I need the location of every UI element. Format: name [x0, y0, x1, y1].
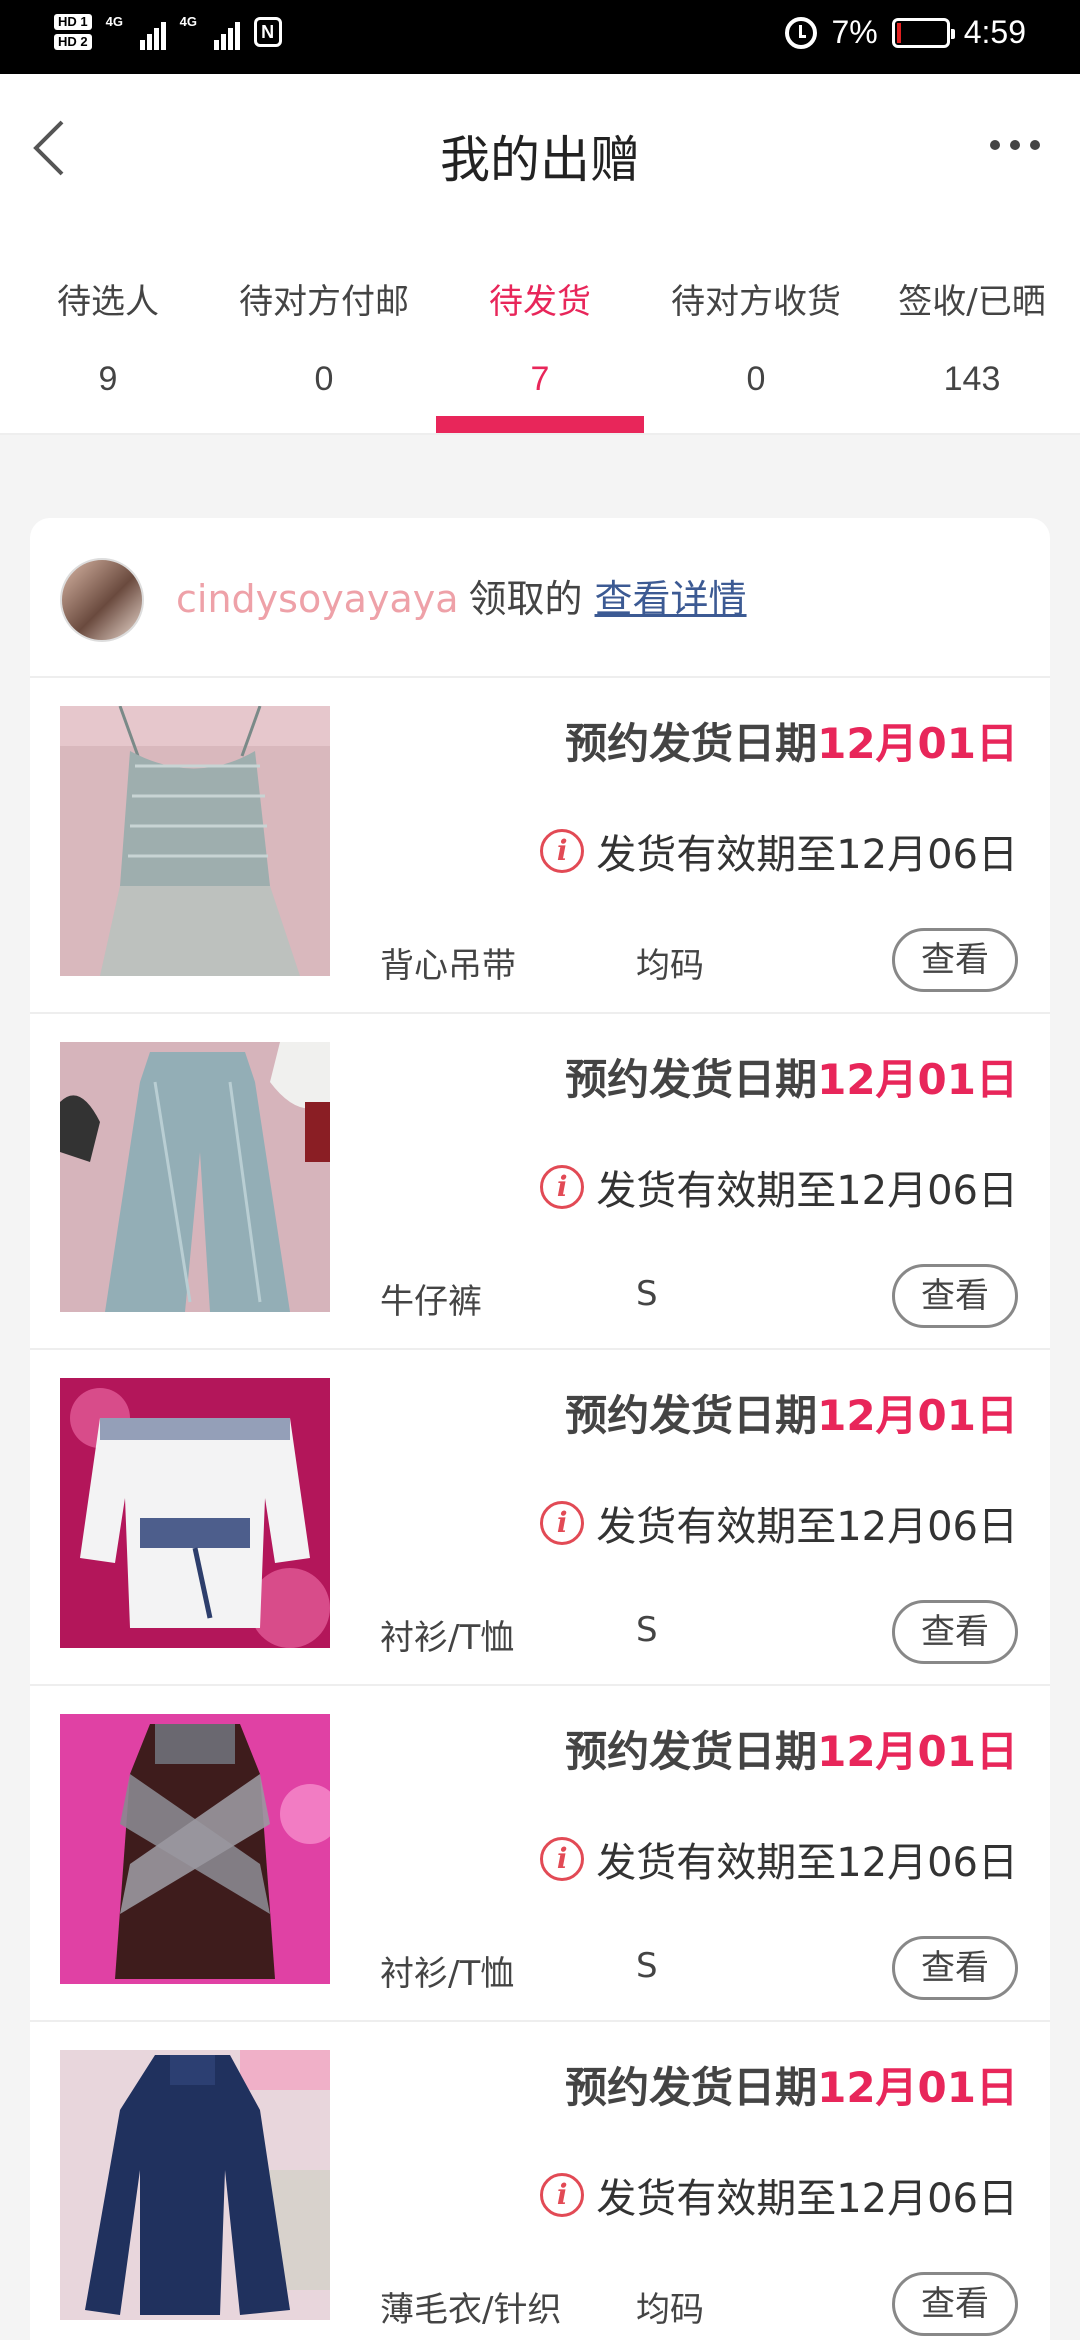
avatar[interactable]	[60, 558, 144, 642]
page-title: 我的出赠	[440, 131, 640, 189]
tab-active-indicator	[436, 416, 644, 433]
status-bar-right: 7% 4:59	[785, 14, 1026, 51]
reserve-date-value: 12月01日	[817, 1055, 1018, 1104]
tab-count: 7	[530, 360, 550, 398]
hd2-badge: HD 2	[54, 34, 92, 50]
validity: i 发货有效期至12月06日	[540, 1158, 1018, 1216]
validity-text: 发货有效期至12月06日	[596, 1840, 1018, 1886]
status-bar: HD 1 HD 2 4G 4G N 7% 4:59	[0, 0, 1080, 74]
receiver-line: cindysoyayaya 领取的 查看详情	[176, 568, 747, 623]
list-item: 预约发货日期12月01日 i 发货有效期至12月06日 衬衫/T恤 S 查看	[30, 1686, 1050, 2022]
item-photo[interactable]	[60, 706, 330, 976]
tab-label: 待对方付邮	[239, 282, 409, 322]
reserve-date: 预约发货日期12月01日	[565, 2054, 1018, 2115]
signal-1-label: 4G	[105, 14, 123, 29]
reserve-label: 预约发货日期	[565, 1391, 818, 1440]
tab-label: 签收/已晒	[898, 282, 1046, 322]
battery-percent: 7%	[831, 14, 878, 50]
info-icon: i	[540, 1837, 585, 1881]
info-icon: i	[540, 1501, 585, 1545]
item-category: 薄毛衣/针织	[380, 2290, 562, 2330]
reserve-date: 预约发货日期12月01日	[565, 1382, 1018, 1443]
reserve-date: 预约发货日期12月01日	[565, 1046, 1018, 1107]
item-photo[interactable]	[60, 1378, 330, 1648]
view-button[interactable]: 查看	[892, 1264, 1018, 1328]
list-item: 预约发货日期12月01日 i 发货有效期至12月06日 衬衫/T恤 S 查看	[30, 1350, 1050, 1686]
list-item: 预约发货日期12月01日 i 发货有效期至12月06日 薄毛衣/针织 均码 查看	[30, 2022, 1050, 2340]
clock: 4:59	[963, 14, 1026, 50]
info-icon: i	[540, 2173, 585, 2217]
tab-pending-receipt[interactable]: 待对方收货 0	[648, 230, 864, 435]
alarm-icon	[785, 16, 818, 49]
claim-text: 领取的	[468, 577, 583, 621]
signal-icon: 4G	[106, 14, 166, 50]
tab-count: 143	[943, 360, 1001, 398]
view-button[interactable]: 查看	[892, 2272, 1018, 2336]
item-size: S	[636, 1946, 658, 1986]
tab-count: 0	[746, 360, 766, 398]
item-size: S	[636, 1610, 658, 1650]
validity-text: 发货有效期至12月06日	[596, 2176, 1018, 2222]
item-photo[interactable]	[60, 1042, 330, 1312]
tab-pending-selection[interactable]: 待选人 9	[0, 230, 216, 435]
tab-pending-postage[interactable]: 待对方付邮 0	[216, 230, 432, 435]
item-category: 牛仔裤	[380, 1282, 482, 1322]
reserve-label: 预约发货日期	[565, 1055, 818, 1104]
tab-label: 待发货	[489, 282, 591, 322]
validity-text: 发货有效期至12月06日	[596, 832, 1018, 878]
card-header: cindysoyayaya 领取的 查看详情	[30, 518, 1050, 678]
validity-text: 发货有效期至12月06日	[596, 1504, 1018, 1550]
item-size: 均码	[636, 946, 704, 986]
tab-signed-shared[interactable]: 签收/已晒 143	[864, 230, 1080, 435]
item-size: S	[636, 1274, 658, 1314]
item-category: 衬衫/T恤	[380, 1954, 515, 1994]
tab-label: 待对方收货	[671, 282, 841, 322]
tab-label: 待选人	[57, 282, 159, 322]
reserve-date-value: 12月01日	[817, 2063, 1018, 2112]
status-tabs: 待选人 9 待对方付邮 0 待发货 7 待对方收货 0 签收/已晒 143	[0, 230, 1080, 435]
reserve-date-value: 12月01日	[817, 719, 1018, 768]
item-size: 均码	[636, 2290, 704, 2330]
donation-card: cindysoyayaya 领取的 查看详情 预约发货日期12月01日 i 发货有效期…	[30, 518, 1050, 2340]
validity: i 发货有效期至12月06日	[540, 2166, 1018, 2224]
item-photo[interactable]	[60, 1714, 330, 1984]
hd-indicator: HD 1 HD 2	[54, 14, 92, 50]
info-icon: i	[540, 829, 585, 873]
status-bar-left: HD 1 HD 2 4G 4G N	[54, 14, 282, 50]
validity: i 发货有效期至12月06日	[540, 822, 1018, 880]
signal-icon: 4G	[180, 14, 240, 50]
hd1-badge: HD 1	[54, 14, 92, 30]
reserve-date: 预约发货日期12月01日	[565, 1718, 1018, 1779]
reserve-label: 预约发货日期	[565, 719, 818, 768]
nfc-icon: N	[253, 17, 282, 47]
validity-text: 发货有效期至12月06日	[596, 1168, 1018, 1214]
reserve-date-value: 12月01日	[817, 1727, 1018, 1776]
list-item: 预约发货日期12月01日 i 发货有效期至12月06日 牛仔裤 S 查看	[30, 1014, 1050, 1350]
reserve-date: 预约发货日期12月01日	[565, 710, 1018, 771]
item-photo[interactable]	[60, 2050, 330, 2320]
item-category: 衬衫/T恤	[380, 1618, 515, 1658]
signal-2-label: 4G	[179, 14, 197, 29]
reserve-date-value: 12月01日	[817, 1391, 1018, 1440]
reserve-label: 预约发货日期	[565, 2063, 818, 2112]
more-horizontal-icon	[990, 140, 1000, 150]
view-details-link[interactable]: 查看详情	[595, 577, 747, 621]
list-item: 预约发货日期12月01日 i 发货有效期至12月06日 背心吊带 均码 查看	[30, 678, 1050, 1014]
divider	[0, 433, 1080, 435]
view-button[interactable]: 查看	[892, 1600, 1018, 1664]
username[interactable]: cindysoyayaya	[176, 577, 459, 621]
validity: i 发货有效期至12月06日	[540, 1494, 1018, 1552]
view-button[interactable]: 查看	[892, 928, 1018, 992]
more-button[interactable]	[990, 140, 1040, 150]
view-button[interactable]: 查看	[892, 1936, 1018, 2000]
tab-pending-shipment[interactable]: 待发货 7	[432, 230, 648, 435]
tab-count: 9	[98, 360, 118, 398]
tab-count: 0	[314, 360, 334, 398]
validity: i 发货有效期至12月06日	[540, 1830, 1018, 1888]
reserve-label: 预约发货日期	[565, 1727, 818, 1776]
item-category: 背心吊带	[380, 946, 516, 986]
battery-icon	[891, 17, 955, 48]
info-icon: i	[540, 1165, 585, 1209]
